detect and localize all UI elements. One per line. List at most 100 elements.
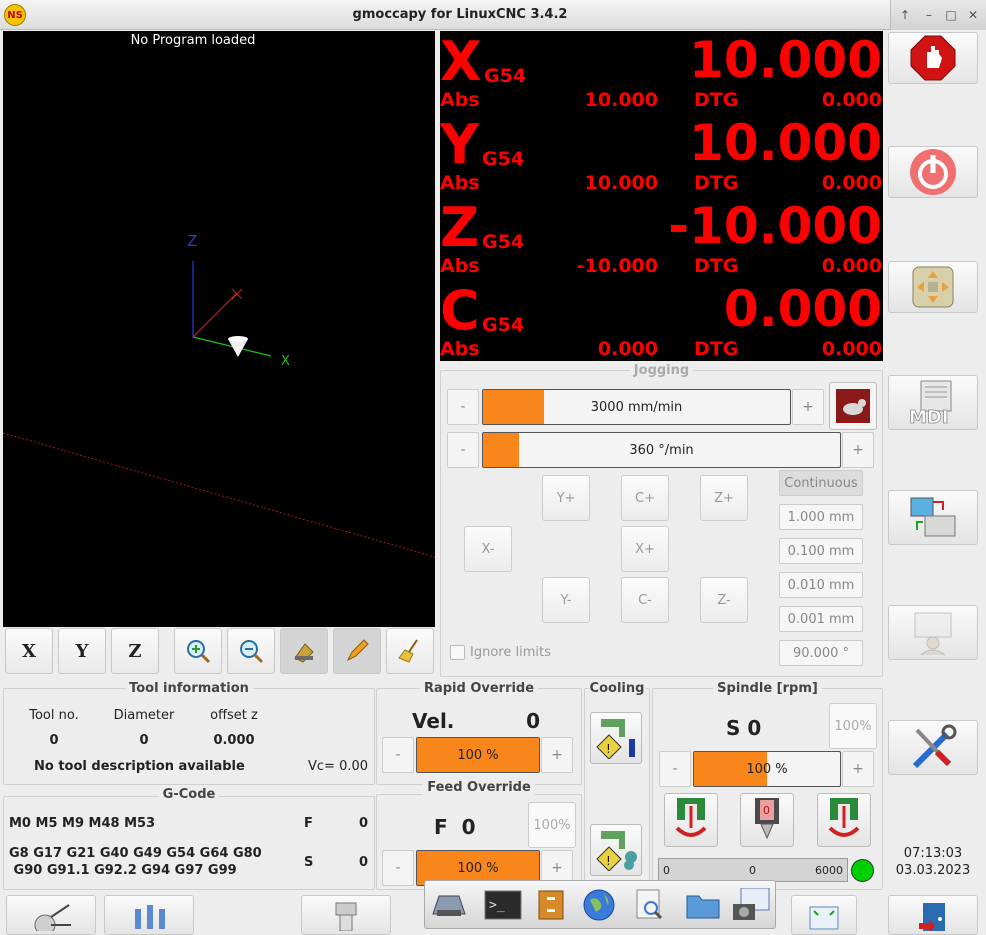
axis-value: 0.000 — [723, 280, 882, 338]
jog-speed-value: 3000 mm/min — [590, 399, 683, 415]
show-tool-path-button[interactable] — [333, 628, 381, 674]
gcode-preview[interactable]: No Program loaded Z X — [3, 31, 435, 627]
dro-axis-x: X G54 10.000 Abs 10.000 DTG 0.000 — [440, 31, 883, 114]
abs-label: Abs — [440, 89, 480, 111]
dtg-value: 0.000 — [821, 172, 882, 194]
spindle-override-decrease-button[interactable]: - — [659, 751, 691, 787]
mdi-mode-button[interactable]: MDI — [888, 375, 978, 430]
exit-button[interactable] — [888, 895, 978, 935]
spindle-override-value: 100 % — [746, 761, 788, 777]
mist-coolant-button[interactable]: ! — [590, 824, 642, 876]
abs-value: 10.000 — [584, 89, 658, 111]
jog-c-plus-button[interactable]: C+ — [621, 475, 669, 521]
angular-increment-button[interactable]: 90.000 ° — [779, 640, 863, 666]
angular-speed-increase-button[interactable]: + — [842, 432, 874, 468]
increment-0-001mm-button[interactable]: 0.001 mm — [779, 606, 863, 632]
touch-off-button[interactable] — [6, 895, 96, 935]
dtg-label: DTG — [694, 89, 739, 111]
jog-c-minus-button[interactable]: C- — [621, 577, 669, 623]
spindle-title: Spindle [rpm] — [652, 681, 883, 696]
tool-change-button[interactable] — [301, 895, 391, 935]
zoom-out-button[interactable] — [227, 628, 275, 674]
jog-speed-increase-button[interactable]: + — [792, 389, 824, 425]
spindle-forward-button[interactable] — [664, 793, 718, 847]
svg-text:>_: >_ — [489, 898, 505, 913]
view-x-button[interactable]: X — [5, 628, 53, 674]
velocity-label: Vel. — [412, 709, 455, 733]
increment-0-1mm-button[interactable]: 0.100 mm — [779, 538, 863, 564]
workspace-icon[interactable] — [429, 887, 469, 923]
increment-0-01mm-button[interactable]: 0.010 mm — [779, 572, 863, 598]
svg-text:0: 0 — [763, 804, 770, 817]
flood-coolant-button[interactable]: ! — [590, 712, 642, 764]
settings-button[interactable] — [888, 720, 978, 775]
machine-power-button[interactable] — [888, 146, 978, 198]
tool-table-icon — [135, 905, 165, 929]
angular-speed-decrease-button[interactable]: - — [447, 432, 479, 468]
tool-table-button[interactable] — [104, 895, 194, 935]
rapid-override-slider[interactable]: 100 % — [416, 737, 540, 773]
jog-z-minus-button[interactable]: Z- — [700, 577, 748, 623]
pencil-icon — [346, 639, 369, 662]
view-y-button[interactable]: Y — [58, 628, 106, 674]
user-tabs-button[interactable] — [888, 605, 978, 660]
screenshot-icon[interactable] — [731, 887, 771, 923]
show-dimensions-button[interactable] — [280, 628, 328, 674]
dtg-label: DTG — [694, 172, 739, 194]
jog-z-plus-button[interactable]: Z+ — [700, 475, 748, 521]
angular-speed-slider[interactable]: 360 °/min — [482, 432, 841, 468]
clock-date: 03.03.2023 — [895, 863, 971, 878]
increment-continuous-button[interactable]: Continuous — [779, 470, 863, 496]
feed-override-reset-button[interactable]: 100% — [528, 802, 576, 848]
fullscreen-button[interactable] — [791, 895, 857, 935]
turtle-jog-button[interactable] — [829, 382, 877, 430]
dtg-label: DTG — [694, 255, 739, 277]
jog-x-minus-button[interactable]: X- — [464, 526, 512, 572]
dtg-value: 0.000 — [821, 255, 882, 277]
manual-mode-button[interactable] — [888, 261, 978, 313]
minimize-icon[interactable]: – — [921, 7, 937, 23]
jog-x-plus-button[interactable]: X+ — [621, 526, 669, 572]
coordinate-system: G54 — [484, 65, 527, 87]
rapid-override-value: 100 % — [457, 747, 499, 763]
jog-speed-decrease-button[interactable]: - — [447, 389, 479, 425]
spindle-override-reset-button[interactable]: 100% — [829, 703, 877, 749]
coordinate-system: G54 — [482, 231, 525, 253]
feed-override-decrease-button[interactable]: - — [382, 850, 414, 886]
axes-gizmo: Z X — [3, 232, 435, 558]
spindle-reverse-button[interactable] — [817, 793, 871, 847]
jog-y-minus-button[interactable]: Y- — [542, 577, 590, 623]
feed-value: 0 — [358, 816, 368, 831]
spindle-override-increase-button[interactable]: + — [842, 751, 874, 787]
ignore-limits-checkbox[interactable] — [450, 645, 465, 660]
web-browser-icon[interactable] — [579, 887, 619, 923]
rapid-override-increase-button[interactable]: + — [541, 737, 573, 773]
file-manager-icon[interactable] — [683, 887, 723, 923]
auto-mode-button[interactable] — [888, 490, 978, 545]
view-z-button[interactable]: Z — [111, 628, 159, 674]
emergency-stop-button[interactable] — [888, 32, 978, 84]
maximize-icon[interactable]: □ — [943, 7, 959, 23]
close-icon[interactable]: ✕ — [965, 7, 981, 23]
zoom-in-button[interactable] — [174, 628, 222, 674]
turtle-rabbit-icon — [836, 389, 870, 423]
clear-plot-button[interactable] — [386, 628, 434, 674]
zoom-in-icon — [187, 640, 211, 664]
jog-speed-slider[interactable]: 3000 mm/min — [482, 389, 791, 425]
abs-value: -10.000 — [576, 255, 658, 277]
broom-icon — [398, 639, 418, 663]
spindle-stop-button[interactable]: 0 — [740, 793, 794, 847]
rapid-override-decrease-button[interactable]: - — [382, 737, 414, 773]
file-cabinet-icon[interactable] — [531, 887, 571, 923]
dro-display: X G54 10.000 Abs 10.000 DTG 0.000 Y G54 … — [440, 31, 883, 361]
increment-1mm-button[interactable]: 1.000 mm — [779, 504, 863, 530]
terminal-icon[interactable]: >_ — [483, 887, 523, 923]
spindle-override-slider[interactable]: 100 % — [693, 751, 841, 787]
document-viewer-icon[interactable] — [629, 887, 669, 923]
dtg-label: DTG — [694, 338, 739, 360]
shade-icon[interactable]: ↑ — [897, 7, 913, 23]
axis-x-label: X — [281, 354, 290, 369]
jog-y-plus-button[interactable]: Y+ — [542, 475, 590, 521]
mist-coolant-icon: ! — [596, 831, 637, 871]
coordinate-system: G54 — [482, 148, 525, 170]
